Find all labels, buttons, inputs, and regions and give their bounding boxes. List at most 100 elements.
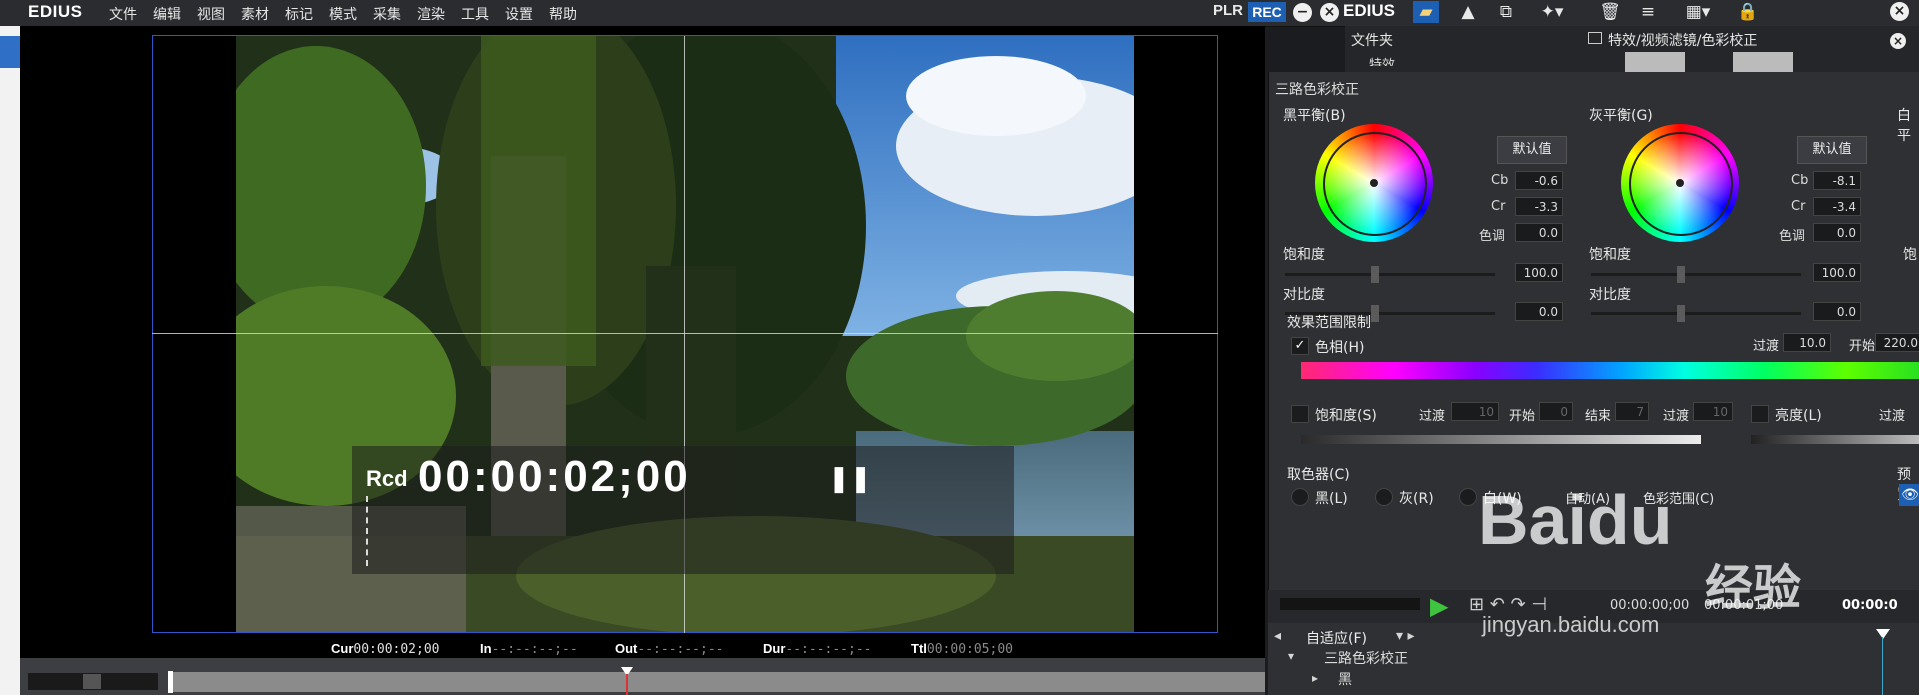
menu-tools[interactable]: 工具 [453, 4, 497, 24]
time-label-0: 00:00:00;00 [1610, 598, 1690, 613]
close-icon[interactable]: × [1320, 3, 1339, 22]
sat-fade2-field[interactable]: 10 [1693, 402, 1733, 421]
pause-icon: ❚❚ [828, 464, 872, 494]
black-sat-field[interactable]: 100.0 [1515, 263, 1563, 282]
shuttle-slider[interactable] [28, 673, 158, 690]
hue-range-bar[interactable] [1301, 362, 1919, 379]
thumbnail-2[interactable] [1733, 52, 1793, 72]
menu-settings[interactable]: 设置 [497, 4, 541, 24]
gray-contrast-field[interactable]: 0.0 [1813, 302, 1861, 321]
black-hue-field[interactable]: 0.0 [1515, 223, 1563, 242]
menu-marker[interactable]: 标记 [277, 4, 321, 24]
gray-sat-slider[interactable] [1591, 273, 1801, 276]
gray-contrast-label: 对比度 [1589, 287, 1631, 303]
thumbnail-1[interactable] [1625, 52, 1685, 72]
fit-dropdown-arrows-icon[interactable]: ▾ ▸ [1396, 628, 1415, 644]
gray-contrast-knob[interactable] [1677, 305, 1685, 322]
gray-contrast-slider[interactable] [1591, 312, 1801, 315]
gray-color-wheel[interactable] [1621, 124, 1739, 242]
minimize-icon[interactable]: − [1293, 3, 1312, 22]
hue-fade-field[interactable]: 10.0 [1783, 333, 1831, 352]
menu-file[interactable]: 文件 [101, 4, 145, 24]
fit-dropdown[interactable]: 自适应(F) [1306, 628, 1367, 648]
sat-fade-field[interactable]: 10 [1451, 402, 1499, 421]
gray-cr-field[interactable]: -3.4 [1813, 197, 1861, 216]
list-icon[interactable]: ≡ [1635, 1, 1661, 23]
gray-hue-field[interactable]: 0.0 [1813, 223, 1861, 242]
position-track[interactable] [170, 672, 1265, 692]
watermark-cn: 经验 [1705, 562, 1802, 615]
network-icon[interactable]: ⧉ [1493, 1, 1519, 23]
zoom-slider[interactable] [1280, 598, 1420, 610]
overlay-marker-line [366, 496, 371, 566]
gray-default-button[interactable]: 默认值 [1797, 136, 1867, 164]
saturation-checkbox[interactable] [1291, 405, 1309, 423]
black-cr-label: Cr [1491, 199, 1506, 214]
menu-help[interactable]: 帮助 [541, 4, 585, 24]
gray-sat-knob[interactable] [1677, 266, 1685, 283]
play-icon[interactable]: ▶ [1430, 592, 1448, 620]
picker-white-radio[interactable] [1459, 488, 1477, 506]
track-start-marker [168, 671, 173, 693]
picker-black-radio[interactable] [1291, 488, 1309, 506]
menu-capture[interactable]: 采集 [365, 4, 409, 24]
menu-mode[interactable]: 模式 [321, 4, 365, 24]
black-contrast-field[interactable]: 0.0 [1515, 302, 1563, 321]
panel-close-icon[interactable]: × [1890, 2, 1909, 21]
saturation-range-bar[interactable] [1301, 435, 1701, 444]
timeline-playhead[interactable] [1876, 629, 1890, 639]
black-sat-knob[interactable] [1371, 266, 1379, 283]
app-logo: EDIUS [28, 2, 83, 21]
time-label-2: 00:00:0 [1842, 598, 1898, 613]
gray-cb-field[interactable]: -8.1 [1813, 171, 1861, 190]
row-expand-icon-2[interactable]: ▸ [1312, 671, 1318, 685]
picker-gray-radio[interactable] [1375, 488, 1393, 506]
bin-close-icon[interactable]: × [1890, 33, 1906, 49]
black-wheel-handle[interactable] [1370, 179, 1378, 187]
hue-start-field[interactable]: 220.0 [1875, 333, 1919, 352]
tree-item-effects[interactable]: 特效 [1369, 54, 1395, 66]
dur-value: --:--:--;-- [785, 642, 872, 657]
row-expand-icon[interactable]: ▾ [1288, 649, 1294, 663]
add-effect-icon[interactable]: ✦▾ [1539, 1, 1565, 23]
fit-dropdown-left-arrow[interactable]: ◂ [1274, 628, 1281, 644]
scrub-bar[interactable] [20, 658, 1265, 695]
gray-wheel-handle[interactable] [1676, 179, 1684, 187]
triangle-icon[interactable]: ▲ [1455, 1, 1481, 23]
watermark-brand: Baidu [1478, 481, 1673, 559]
shuttle-knob[interactable] [83, 674, 101, 689]
menu-edit[interactable]: 编辑 [145, 4, 189, 24]
grid-icon[interactable]: ▦▾ [1685, 1, 1711, 23]
menu-render[interactable]: 渲染 [409, 4, 453, 24]
lum-fade-label: 过渡 [1879, 409, 1906, 424]
hue-fade-label: 过渡 [1753, 339, 1780, 354]
plr-button[interactable]: PLR [1213, 2, 1243, 19]
black-color-wheel[interactable] [1315, 124, 1433, 242]
luminance-checkbox[interactable] [1751, 405, 1769, 423]
black-sat-slider[interactable] [1285, 273, 1495, 276]
sat-start-field[interactable]: 0 [1539, 402, 1573, 421]
out-value: --:--:--;-- [637, 642, 724, 657]
luminance-range-bar[interactable] [1751, 435, 1919, 444]
hue-label: 色相(H) [1315, 340, 1365, 356]
black-balance-label: 黑平衡(B) [1283, 108, 1346, 124]
hue-checkbox[interactable]: ✓ [1291, 337, 1309, 355]
sat-fade-label: 过渡 [1419, 409, 1446, 424]
gray-sat-field[interactable]: 100.0 [1813, 263, 1861, 282]
black-contrast-knob[interactable] [1371, 305, 1379, 322]
trash-icon[interactable]: 🗑 [1597, 1, 1623, 23]
row-black[interactable]: 黑 [1338, 669, 1352, 689]
black-default-button[interactable]: 默认值 [1497, 136, 1567, 164]
lock-icon[interactable]: 🔒 [1735, 1, 1761, 23]
sat-end-field[interactable]: 7 [1615, 402, 1649, 421]
black-cr-field[interactable]: -3.3 [1515, 197, 1563, 216]
preview-eye-icon[interactable]: 👁 [1899, 484, 1919, 506]
folder-icon[interactable]: ▰ [1413, 1, 1439, 23]
gray-cb-label: Cb [1791, 173, 1809, 188]
row-three-way[interactable]: 三路色彩校正 [1324, 648, 1408, 668]
in-value: --:--:--;-- [491, 642, 578, 657]
menu-view[interactable]: 视图 [189, 4, 233, 24]
black-cb-field[interactable]: -0.6 [1515, 171, 1563, 190]
menu-clip[interactable]: 素材 [233, 4, 277, 24]
rec-button[interactable]: REC [1248, 2, 1286, 22]
